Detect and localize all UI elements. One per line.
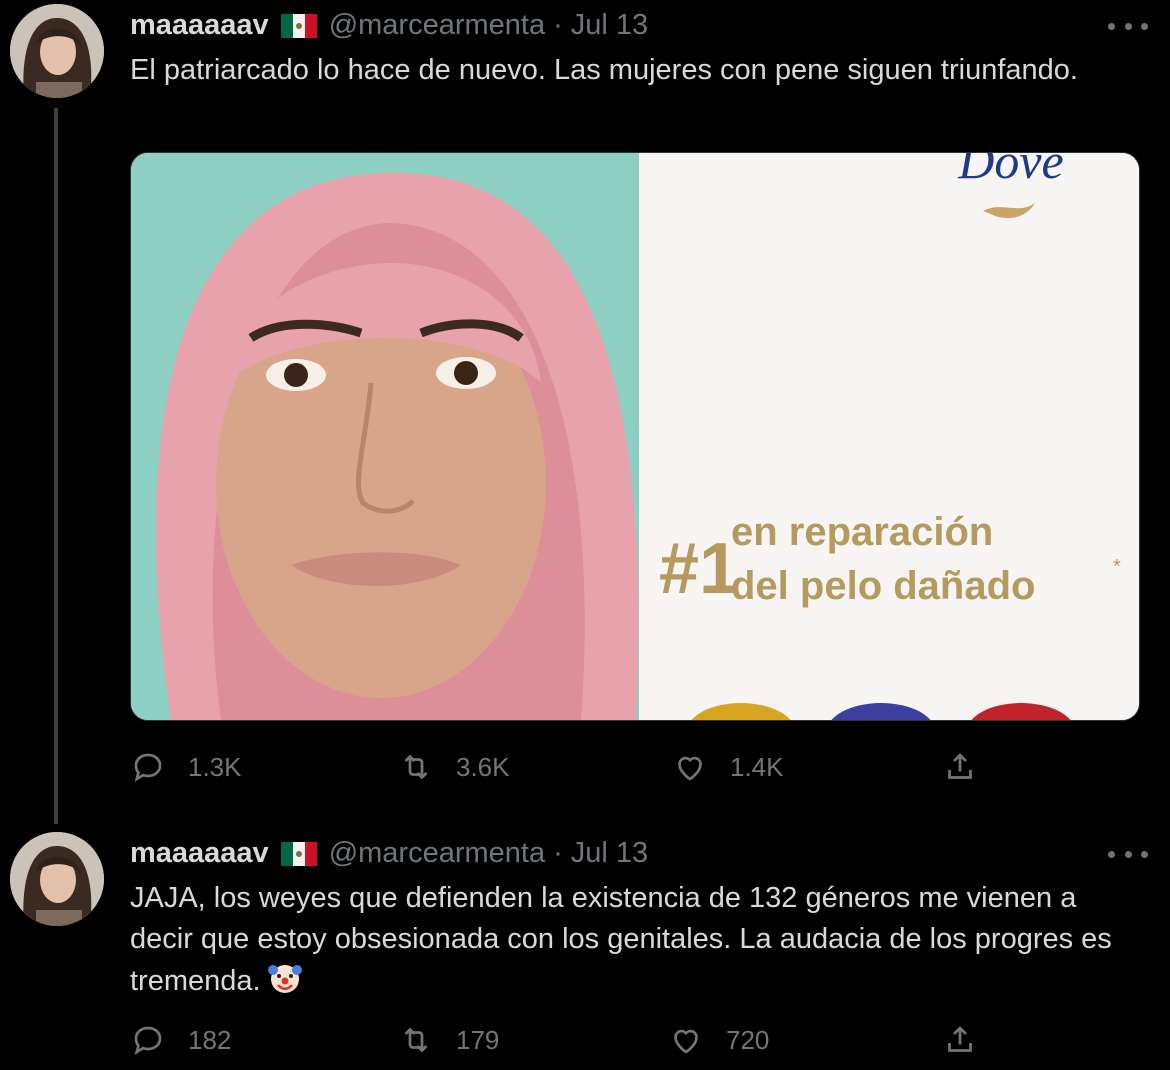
tweet-image[interactable]: Dove #1 en reparación del pelo dañado * (130, 152, 1140, 721)
more-options-icon[interactable] (1108, 14, 1148, 38)
mexico-flag-icon (280, 841, 317, 866)
retweet-button[interactable]: 179 (398, 1020, 499, 1060)
reply-button[interactable]: 1.3K (130, 747, 242, 787)
avatar[interactable] (10, 4, 104, 98)
heart-icon (674, 1029, 698, 1054)
like-count: 720 (726, 1024, 770, 1055)
like-button[interactable]: 720 (668, 1020, 769, 1060)
tweet-date[interactable]: Jul 13 (571, 9, 648, 42)
reply-button[interactable]: 182 (130, 1020, 231, 1060)
reply-count: 1.3K (188, 751, 242, 782)
heart-icon (678, 756, 702, 781)
mexico-flag-icon (280, 13, 317, 38)
tweet-1[interactable]: maaaaaav @marcearmenta · Jul 13 El patri… (0, 0, 1170, 820)
avatar[interactable] (10, 832, 104, 926)
tweet-text: El patriarcado lo hace de nuevo. Las muj… (130, 54, 1078, 86)
reply-count: 182 (188, 1024, 232, 1055)
tweet-text: JAJA, los weyes que defienden la existen… (130, 878, 1140, 1002)
clown-face-icon (267, 960, 303, 996)
share-icon (948, 753, 972, 779)
like-button[interactable]: 1.4K (672, 747, 784, 787)
display-name[interactable]: maaaaaav (130, 837, 269, 870)
tagline-line-2: del pelo dañado (731, 564, 1035, 608)
share-icon (948, 1026, 972, 1052)
tweet-header: maaaaaav @marcearmenta · Jul 13 (130, 833, 648, 873)
retweet-count: 179 (456, 1024, 500, 1055)
separator-dot: · (553, 836, 563, 869)
tweet-header: maaaaaav @marcearmenta · Jul 13 (130, 5, 648, 45)
tagline-asterisk: * (1113, 556, 1121, 578)
retweet-count: 3.6K (456, 751, 510, 782)
user-handle[interactable]: @marcearmenta (329, 837, 545, 870)
separator-dot: · (553, 8, 563, 41)
tweet-actions: 1.3K 3.6K 1.4K (130, 747, 990, 787)
like-count: 1.4K (730, 751, 784, 782)
more-options-icon[interactable] (1108, 842, 1148, 866)
retweet-icon (404, 754, 428, 780)
reply-icon (134, 1026, 162, 1055)
display-name[interactable]: maaaaaav (130, 9, 269, 42)
reply-icon (134, 753, 162, 782)
share-button[interactable] (942, 1020, 1000, 1060)
retweet-button[interactable]: 3.6K (398, 747, 510, 787)
rank-number: #1 (659, 529, 739, 609)
tweet-date[interactable]: Jul 13 (571, 837, 648, 870)
share-button[interactable] (942, 747, 1000, 787)
tweet-2[interactable]: maaaaaav @marcearmenta · Jul 13 JAJA, lo… (0, 828, 1170, 1070)
tagline-line-1: en reparación (731, 510, 993, 554)
user-handle[interactable]: @marcearmenta (329, 9, 545, 42)
ad-photo: Dove #1 en reparación del pelo dañado * (131, 153, 1139, 720)
tweet-actions: 182 179 720 (130, 1020, 990, 1060)
dove-logo: Dove (957, 153, 1064, 189)
retweet-icon (404, 1027, 428, 1053)
